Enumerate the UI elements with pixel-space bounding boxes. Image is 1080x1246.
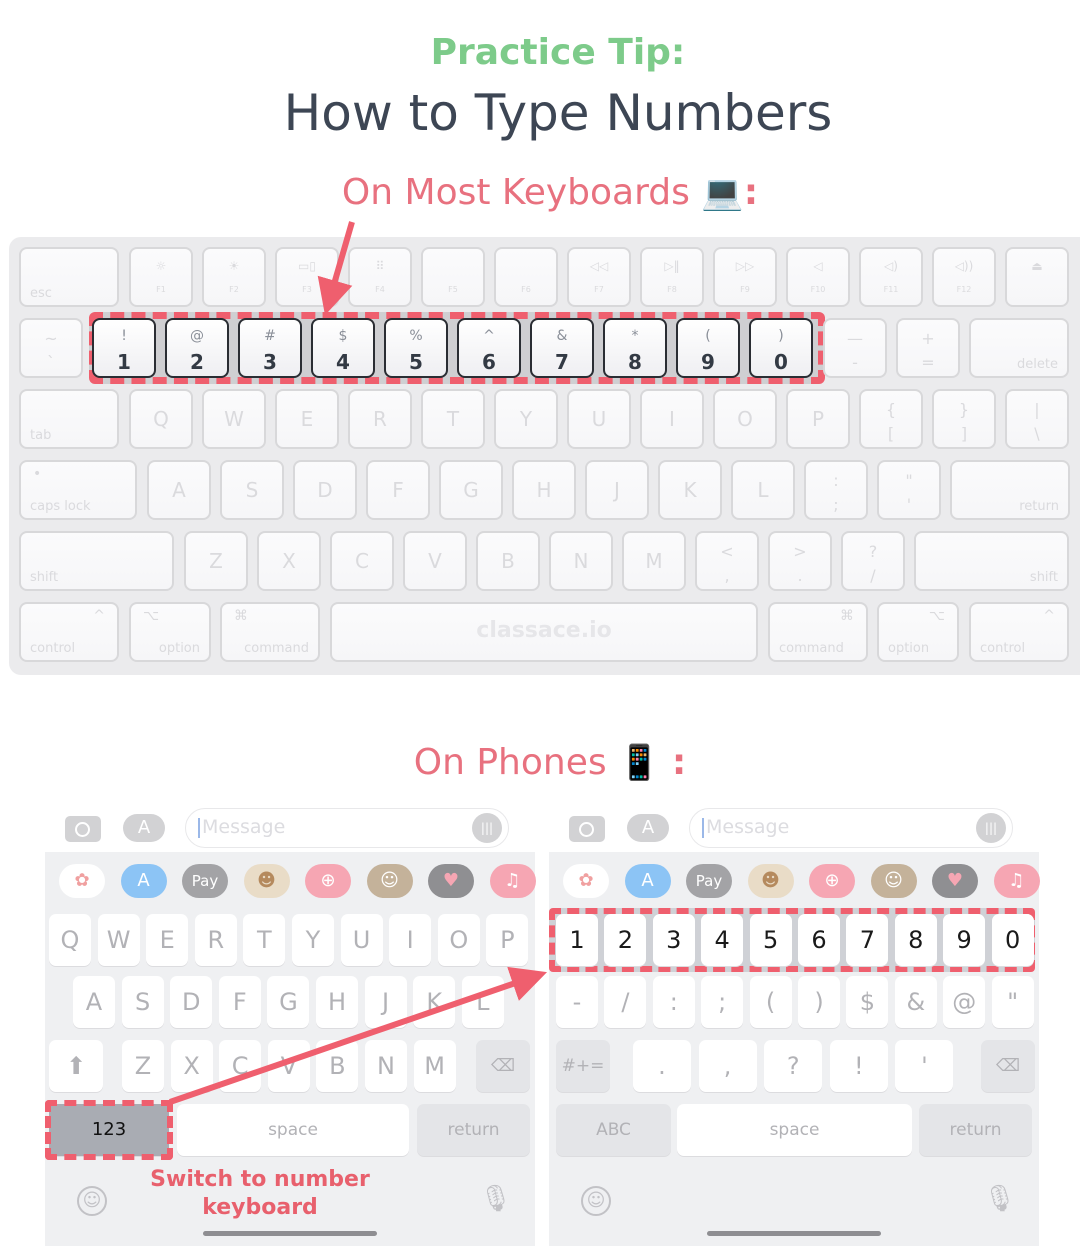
annotation-arrows — [169, 221, 548, 1105]
arrow-to-number-row — [317, 221, 355, 316]
arrow-to-number-keys — [169, 966, 548, 1105]
